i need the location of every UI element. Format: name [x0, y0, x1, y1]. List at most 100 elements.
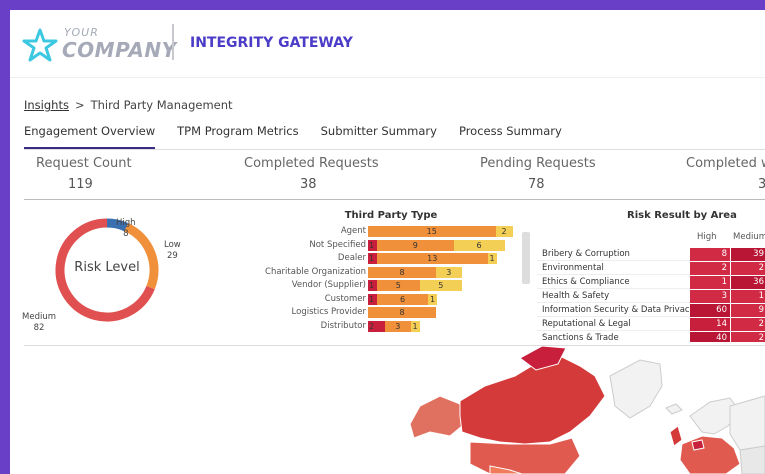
bar-row[interactable]: Agent 15 2 — [260, 225, 530, 239]
risk-cell-high[interactable]: 40 — [690, 332, 730, 342]
map-iceland[interactable] — [665, 403, 683, 415]
app-header: YOUR COMPANY INTEGRITY GATEWAY — [10, 10, 765, 78]
panel-title: Risk Result by Area — [627, 210, 737, 221]
risk-cell-high[interactable]: 3 — [690, 290, 730, 303]
bar-stack: 231 — [368, 320, 420, 332]
map-europe[interactable] — [679, 435, 741, 474]
header-divider — [172, 24, 174, 60]
kpi-value: 78 — [528, 177, 545, 192]
risk-cell-high[interactable]: 2 — [690, 262, 730, 275]
chart-scrollbar[interactable] — [522, 232, 530, 284]
bar-segment-medium[interactable]: 8 — [368, 307, 436, 318]
bar-stack: 1 13 1 — [368, 253, 497, 264]
map-greenland[interactable] — [609, 359, 663, 419]
tab-process-summary[interactable]: Process Summary — [459, 124, 562, 150]
risk-row[interactable]: Ethics & Compliance 1 36 — [537, 276, 765, 289]
bar-segment-high[interactable]: 2 — [368, 320, 385, 332]
star-icon — [22, 28, 58, 62]
bar-segment-high[interactable]: 1 — [368, 280, 377, 291]
risk-cell-high[interactable]: 14 — [690, 318, 730, 331]
bar-segment-medium[interactable]: 15 — [368, 226, 496, 237]
donut-label-low: Low 29 — [164, 240, 181, 261]
risk-row[interactable]: Reputational & Legal 14 2 — [537, 318, 765, 331]
bar-segment-medium[interactable]: 5 — [377, 280, 420, 291]
risk-area-label: Bribery & Corruption — [542, 249, 630, 259]
risk-area-label: Health & Safety — [542, 291, 610, 301]
risk-cell-medium[interactable]: 9 — [731, 304, 765, 317]
bar-segment-low[interactable]: 1 — [428, 293, 437, 305]
bar-segment-low[interactable]: 3 — [436, 266, 462, 278]
bar-stack: 196 — [368, 239, 505, 251]
risk-cell-medium[interactable]: 39 — [731, 248, 765, 261]
donut-center-label: Risk Level — [74, 260, 140, 275]
bar-row[interactable]: Dealer 1 13 1 — [260, 252, 530, 266]
map-russia[interactable] — [729, 395, 765, 451]
bar-segment-medium[interactable]: 9 — [377, 239, 454, 251]
breadcrumb-insights-link[interactable]: Insights — [24, 98, 69, 112]
bar-stack: 83 — [368, 266, 462, 278]
kpi-request-count: Request Count 119 — [36, 156, 196, 192]
tab-tpm-program-metrics[interactable]: TPM Program Metrics — [177, 124, 298, 150]
bar-segment-high[interactable]: 1 — [368, 239, 377, 251]
bar-row[interactable]: Charitable Organization 8 3 — [260, 266, 530, 280]
bar-segment-medium[interactable]: 8 — [368, 266, 436, 278]
risk-cell-medium[interactable]: 36 — [731, 276, 765, 289]
dashboard-page: YOUR COMPANY INTEGRITY GATEWAY Insights >… — [10, 10, 765, 474]
kpi-divider — [24, 199, 765, 200]
risk-level-donut[interactable]: High 8 Low 29 Medium 82 Risk Level — [22, 206, 194, 334]
bar-segment-medium[interactable]: 13 — [377, 253, 488, 264]
map-belarus[interactable] — [691, 439, 705, 451]
bar-segment-high[interactable]: 1 — [368, 253, 377, 264]
logo-company-text: COMPANY — [62, 38, 177, 62]
risk-result-by-area: Risk Result by Area High Medium Bribery … — [537, 210, 765, 342]
bar-segment-low[interactable]: 6 — [453, 239, 505, 251]
risk-area-label: Information Security & Data Privacy — [542, 305, 695, 315]
bar-category-label: Dealer — [337, 253, 366, 263]
bar-segment-medium[interactable]: 3 — [385, 320, 411, 332]
risk-cell-high[interactable]: 1 — [690, 276, 730, 289]
map-uk[interactable] — [669, 425, 683, 447]
risk-row[interactable]: Information Security & Data Privacy 60 9 — [537, 304, 765, 317]
risk-cell-medium[interactable]: 2 — [731, 262, 765, 275]
kpi-value: 119 — [68, 177, 93, 192]
risk-row[interactable]: Bribery & Corruption 8 39 — [537, 248, 765, 261]
company-logo[interactable]: YOUR COMPANY — [22, 26, 176, 66]
bar-segment-low[interactable]: 2 — [495, 226, 513, 237]
bar-rows: Agent 15 2 Not Specified 1 9 6 Dealer 1 13 1 Charit… — [260, 225, 530, 333]
map-canada[interactable] — [459, 355, 606, 445]
risk-row[interactable]: Environmental 2 2 — [537, 262, 765, 275]
bar-row[interactable]: Distributor 2 3 1 — [260, 320, 530, 334]
kpi-label: Pending Requests — [480, 156, 596, 171]
risk-area-label: Ethics & Compliance — [542, 277, 630, 287]
bar-segment-low[interactable]: 1 — [410, 320, 420, 332]
risk-cell-medium[interactable]: 2 — [731, 332, 765, 342]
risk-cell-high[interactable]: 8 — [690, 248, 730, 261]
map-kazakhstan[interactable] — [739, 445, 765, 474]
bar-segment-high[interactable]: 1 — [368, 293, 377, 305]
bar-row[interactable]: Customer 1 6 1 — [260, 293, 530, 307]
bar-segment-low[interactable]: 5 — [419, 280, 462, 291]
bar-row[interactable]: Not Specified 1 9 6 — [260, 239, 530, 253]
bar-segment-medium[interactable]: 6 — [377, 293, 428, 305]
bar-row[interactable]: Logistics Provider 8 — [260, 306, 530, 320]
world-map[interactable] — [310, 346, 765, 474]
risk-cell-high[interactable]: 60 — [690, 304, 730, 317]
bar-category-label: Agent — [340, 226, 366, 236]
tab-submitter-summary[interactable]: Submitter Summary — [321, 124, 437, 150]
map-alaska[interactable] — [409, 395, 463, 439]
bar-stack: 161 — [368, 293, 437, 305]
kpi-label: Completed Requests — [244, 156, 379, 171]
risk-row[interactable]: Sanctions & Trade 40 2 — [537, 332, 765, 342]
kpi-completed-w: Completed w 3 — [686, 156, 765, 192]
risk-area-label: Reputational & Legal — [542, 319, 631, 329]
bar-row[interactable]: Vendor (Supplier) 1 5 5 — [260, 279, 530, 293]
risk-cell-medium[interactable]: 1 — [731, 290, 765, 303]
risk-cell-medium[interactable]: 2 — [731, 318, 765, 331]
kpi-label: Request Count — [36, 156, 132, 171]
risk-row[interactable]: Health & Safety 3 1 — [537, 290, 765, 303]
bar-category-label: Customer — [324, 293, 366, 304]
third-party-type-chart: Third Party Type Agent 15 2 Not Specified 1 9… — [260, 210, 530, 340]
column-header-high: High — [697, 232, 717, 242]
tab-engagement-overview[interactable]: Engagement Overview — [24, 124, 156, 150]
bar-segment-low[interactable]: 1 — [487, 253, 497, 264]
